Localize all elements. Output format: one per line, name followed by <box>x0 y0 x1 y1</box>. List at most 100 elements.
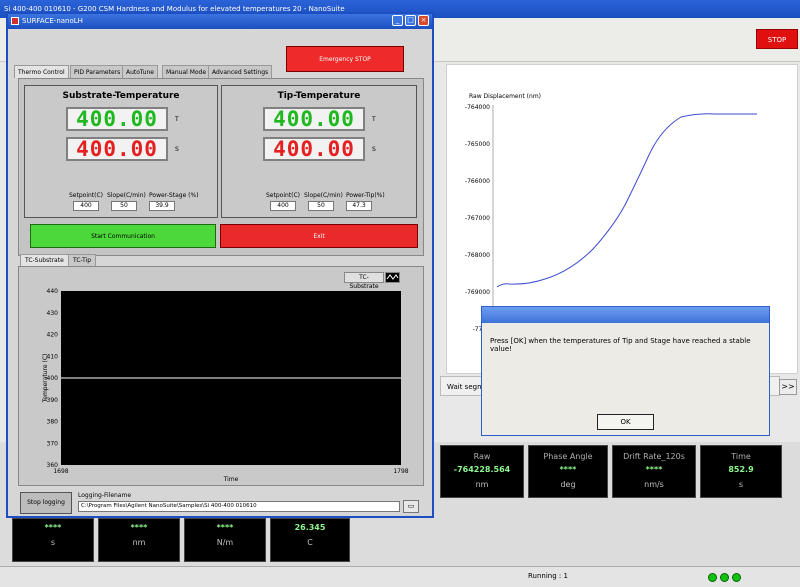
series-legend-swatch[interactable] <box>385 272 400 283</box>
drift-rate-tile: Drift Rate_120s **** nm/s <box>612 445 696 498</box>
readout-tile-nm: **** nm <box>98 518 180 562</box>
temperature-x-ticks: 1698 1798 <box>53 468 408 475</box>
tip-power-readout: 47.3 <box>346 201 372 211</box>
substrate-slope-label: Slope(C/min) <box>107 192 146 199</box>
temperature-x-label: Time <box>223 476 239 483</box>
tip-t-mark: T <box>372 116 376 123</box>
substrate-setpoint-input[interactable]: 400 <box>73 201 99 211</box>
temperature-unit: C <box>307 538 313 547</box>
time-tile: Time 852.9 s <box>700 445 782 498</box>
tip-power-label: Power-Tip(%) <box>346 192 385 199</box>
surface-title-bar: SURFACE-nanoLH _ □ × <box>8 14 432 29</box>
main-chart-tick-label: -767000 <box>465 215 490 222</box>
tab-tc-substrate[interactable]: TC-Substrate <box>20 254 69 266</box>
raw-displacement-line <box>496 113 757 288</box>
drift-rate-value: **** <box>645 465 663 474</box>
tip-title: Tip-Temperature <box>277 91 361 101</box>
main-chart-tick-label: -764000 <box>465 104 490 111</box>
temperature-y-tick-label: 430 <box>47 310 59 317</box>
surface-title: SURFACE-nanoLH <box>22 17 83 25</box>
tab-pid-parameters[interactable]: PID Parameters <box>70 65 125 78</box>
substrate-s-display: 400.00 <box>66 137 168 161</box>
phase-angle-tile: Phase Angle **** deg <box>528 445 608 498</box>
phase-angle-unit: deg <box>560 480 576 489</box>
tip-slope-label: Slope(C/min) <box>304 192 343 199</box>
substrate-power-readout: 39.9 <box>149 201 175 211</box>
status-text: Running : 1 <box>528 572 568 580</box>
nm-value: **** <box>130 523 148 532</box>
series-legend-label: TC-Substrate <box>344 272 384 290</box>
stop-logging-button[interactable]: Stop logging <box>20 492 72 514</box>
substrate-setpoint-label: Setpoint(C) <box>69 192 104 199</box>
main-chart-ticks: -764000 -765000 -766000 -767000 -768000 -7690… <box>465 104 490 333</box>
temperature-y-tick-label: 440 <box>47 288 59 295</box>
expand-button[interactable]: >> <box>779 379 797 395</box>
series-wave-icon <box>386 274 399 280</box>
close-icon[interactable]: × <box>418 15 429 26</box>
seconds-value: **** <box>44 523 62 532</box>
temperature-value: 26.345 <box>294 523 326 532</box>
status-bar: Running : 1 <box>0 566 800 587</box>
minimize-icon[interactable]: _ <box>392 15 403 26</box>
stiffness-value: **** <box>216 523 234 532</box>
ok-button[interactable]: OK <box>597 414 654 430</box>
tab-manual-mode[interactable]: Manual Mode <box>162 65 211 78</box>
substrate-slope-input[interactable]: 50 <box>111 201 137 211</box>
stop-button[interactable]: STOP <box>756 29 798 49</box>
tip-setpoint-label: Setpoint(C) <box>266 192 301 199</box>
readout-tile-seconds: **** s <box>12 518 94 562</box>
drift-rate-unit: nm/s <box>644 480 664 489</box>
substrate-s-mark: S <box>175 146 179 153</box>
emergency-stop-button[interactable]: Emergency STOP <box>286 46 404 72</box>
tip-s-mark: S <box>372 146 376 153</box>
exit-button[interactable]: Exit <box>220 224 418 248</box>
status-led-1 <box>708 573 717 582</box>
tab-advanced-settings[interactable]: Advanced Settings <box>208 65 273 78</box>
tip-temperature-box: Tip-Temperature 400.00 T 400.00 S Setpoi… <box>221 85 417 218</box>
tip-slope-input[interactable]: 50 <box>308 201 334 211</box>
time-label: Time <box>731 452 751 461</box>
surface-app-icon <box>11 17 19 25</box>
temperature-y-label: Temperature (C) <box>42 354 49 404</box>
stable-temperature-dialog: Press [OK] when the temperatures of Tip … <box>481 306 770 436</box>
logging-filename-input[interactable]: C:\Program Files\Agilent NanoSuite\Sampl… <box>78 501 400 512</box>
start-communication-button[interactable]: Start Communication <box>30 224 216 248</box>
readout-tile-temperature: 26.345 C <box>270 518 350 562</box>
substrate-temperature-box: Substrate-Temperature 400.00 T 400.00 S … <box>24 85 218 218</box>
substrate-power-label: Power-Stage (%) <box>149 192 199 199</box>
temperature-plot-panel: 440 430 420 410 400 390 380 370 360 1698 1798 Tim… <box>18 266 424 486</box>
status-led-3 <box>732 573 741 582</box>
tab-tc-tip[interactable]: TC-Tip <box>68 254 97 266</box>
status-led-2 <box>720 573 729 582</box>
dialog-message: Press [OK] when the temperatures of Tip … <box>490 337 751 353</box>
raw-tile: Raw -764228.564 nm <box>440 445 524 498</box>
maximize-icon[interactable]: □ <box>405 15 416 26</box>
surface-window: SURFACE-nanoLH _ □ × Emergency STOP Ther… <box>6 12 434 518</box>
dialog-title-bar <box>482 307 769 323</box>
substrate-t-display: 400.00 <box>66 107 168 131</box>
seconds-unit: s <box>50 538 56 547</box>
folder-icon[interactable]: ▭ <box>403 500 419 513</box>
substrate-title: Substrate-Temperature <box>62 91 180 101</box>
tab-autotune[interactable]: AutoTune <box>122 65 158 78</box>
tip-s-display: 400.00 <box>263 137 365 161</box>
main-chart-tick-label: -765000 <box>465 141 490 148</box>
tip-setpoint-input[interactable]: 400 <box>270 201 296 211</box>
raw-tile-value: -764228.564 <box>453 465 511 474</box>
stiffness-unit: N/m <box>216 538 234 547</box>
temperature-y-tick-label: 370 <box>47 440 59 447</box>
temperature-y-tick-label: 420 <box>47 332 59 339</box>
nm-unit: nm <box>132 538 146 547</box>
raw-tile-label: Raw <box>473 452 491 461</box>
phase-angle-label: Phase Angle <box>543 452 593 461</box>
temperature-x-tick-label: 1798 <box>393 468 408 475</box>
main-chart-tick-label: -766000 <box>465 178 490 185</box>
logging-filename-label: Logging-Filename <box>78 492 132 499</box>
main-chart-tick-label: -768000 <box>465 252 490 259</box>
time-value: 852.9 <box>728 465 754 474</box>
tab-thermo-control[interactable]: Thermo Control <box>14 65 69 78</box>
temperature-x-tick-label: 1698 <box>53 468 68 475</box>
main-chart-tick-label: -769000 <box>465 289 490 296</box>
substrate-t-mark: T <box>175 116 179 123</box>
phase-angle-value: **** <box>559 465 577 474</box>
